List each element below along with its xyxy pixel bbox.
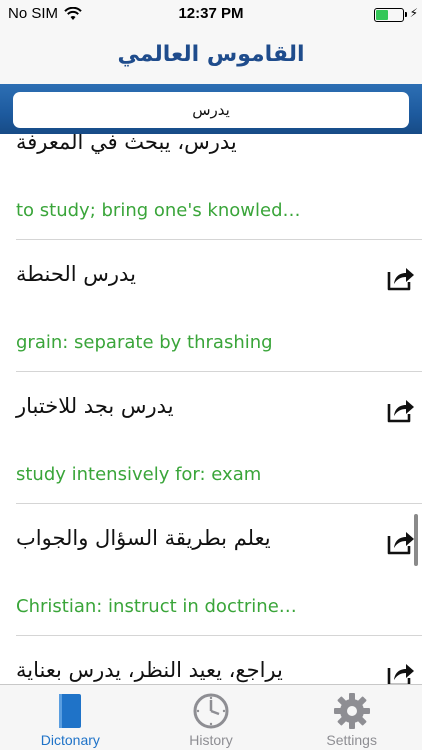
share-icon[interactable] (384, 262, 416, 294)
english-definition: grain: separate by thrashing (16, 332, 273, 353)
search-input[interactable] (13, 92, 409, 128)
arabic-term: يعلم بطريقة السؤال والجواب (16, 526, 271, 550)
english-definition: study intensively for: exam (16, 464, 262, 485)
tab-dictionary[interactable]: Dictonary (0, 685, 141, 750)
status-bar: No SIM 12:37 PM ⚡ (0, 0, 422, 30)
battery-level (376, 10, 388, 20)
english-definition: Christian: instruct in doctrine… (16, 596, 297, 617)
list-item[interactable]: يدرس الحنطة grain: separate by thrashing (16, 240, 422, 372)
tab-bar: Dictonary History Settings (0, 684, 422, 750)
battery-icon (374, 8, 407, 22)
results-list[interactable]: يدرس، يبحث في المعرفة to study; bring on… (0, 134, 422, 684)
app-title: القاموس العالمي (117, 42, 305, 67)
share-icon[interactable] (384, 394, 416, 426)
list-item[interactable]: يدرس بجد للاختبار study intensively for:… (16, 372, 422, 504)
tab-settings[interactable]: Settings (281, 685, 422, 750)
status-time: 12:37 PM (178, 5, 244, 22)
clock-icon (193, 693, 229, 729)
list-item[interactable]: يعلم بطريقة السؤال والجواب Christian: in… (16, 504, 422, 636)
list-item[interactable]: يراجع، يعيد النظر، يدرس بعناية (16, 636, 422, 684)
arabic-term: يدرس الحنطة (16, 262, 136, 286)
navigation-bar: القاموس العالمي (0, 30, 422, 84)
scroll-indicator[interactable] (414, 514, 418, 566)
arabic-term: يدرس، يبحث في المعرفة (16, 134, 237, 154)
arabic-term: يراجع، يعيد النظر، يدرس بعناية (16, 658, 283, 682)
share-icon[interactable] (384, 658, 416, 684)
book-icon (59, 694, 82, 728)
arabic-term: يدرس بجد للاختبار (16, 394, 174, 418)
tab-label: History (189, 732, 233, 748)
english-definition: to study; bring one's knowled… (16, 200, 301, 221)
tab-label: Settings (326, 732, 377, 748)
search-bar (0, 84, 422, 134)
tab-history[interactable]: History (141, 685, 282, 750)
tab-label: Dictonary (40, 732, 100, 748)
gear-icon (333, 693, 370, 729)
share-icon[interactable] (384, 526, 416, 558)
charging-bolt-icon: ⚡ (409, 6, 418, 20)
list-item[interactable]: يدرس، يبحث في المعرفة to study; bring on… (16, 134, 422, 240)
